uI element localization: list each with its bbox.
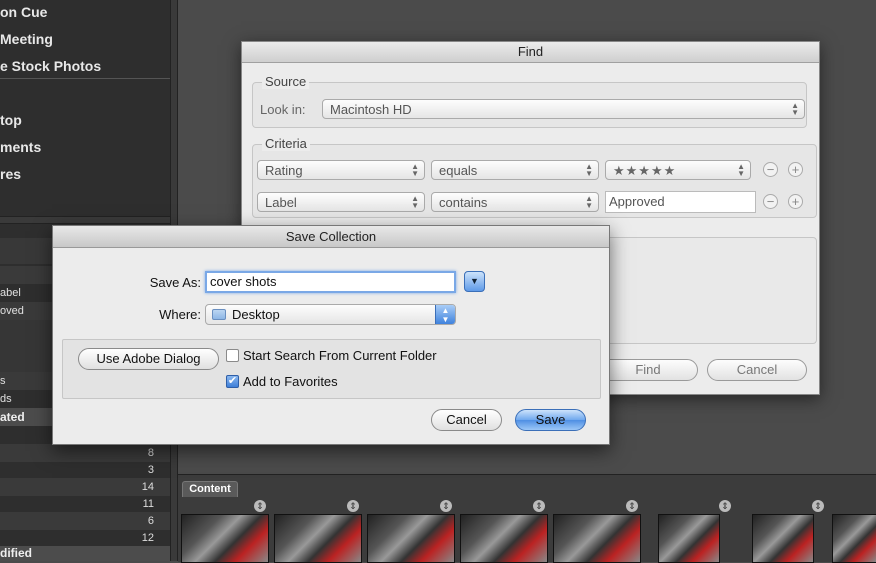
popup-arrows-icon: ▲ ▼ (585, 162, 593, 178)
sidebar-favorite-item[interactable]: Meeting (0, 31, 53, 47)
thumbnail[interactable] (460, 514, 548, 563)
thumbnail-badge-icon: ⇕ (440, 500, 452, 512)
thumbnail[interactable] (832, 514, 876, 563)
sidebar-row-label: s (0, 375, 6, 387)
criteria-operator-popup[interactable]: contains ▲ ▼ (431, 192, 599, 212)
source-label: Source (262, 74, 310, 89)
find-title[interactable]: Find (242, 42, 819, 63)
popup-arrows-icon: ▲ ▼ (435, 305, 455, 324)
where-value: Desktop (232, 307, 280, 322)
cancel-button[interactable]: Cancel (431, 409, 502, 431)
thumbnail-badge-icon: ⇕ (533, 500, 545, 512)
sidebar-count: 11 (142, 498, 154, 510)
thumbnail[interactable] (553, 514, 641, 563)
popup-arrows-icon: ▲ ▼ (411, 162, 419, 178)
sidebar-favorite-item[interactable]: on Cue (0, 4, 47, 20)
criteria-label: Criteria (262, 136, 310, 151)
add-criterion-button[interactable]: + (788, 162, 803, 177)
find-button[interactable]: Find (598, 359, 698, 381)
save-as-input[interactable]: cover shots (205, 271, 456, 293)
criteria-rating-popup[interactable]: ★★★★★ ▲ ▼ (605, 160, 751, 180)
criteria-field-value: Label (265, 195, 297, 210)
thumbnail[interactable] (181, 514, 269, 563)
save-button[interactable]: Save (515, 409, 586, 431)
save-collection-title[interactable]: Save Collection (53, 226, 609, 248)
find-cancel-button[interactable]: Cancel (707, 359, 807, 381)
add-favorites-label: Add to Favorites (243, 374, 338, 389)
sidebar-section-header[interactable]: dified (0, 546, 170, 561)
thumbnail[interactable] (274, 514, 362, 563)
sidebar-divider (0, 78, 170, 79)
add-favorites-checkbox[interactable]: ✔ (226, 375, 239, 388)
sidebar-favorite-item[interactable]: e Stock Photos (0, 58, 101, 74)
criteria-field-value: Rating (265, 163, 303, 178)
sidebar-row-label: oved (0, 305, 24, 317)
folder-icon (212, 309, 226, 320)
save-as-label: Save As: (149, 275, 201, 290)
sidebar-count-row[interactable]: 3 (0, 461, 170, 479)
sidebar-count: 6 (147, 515, 154, 527)
sidebar-count: 3 (147, 464, 154, 476)
checkmark-icon: ✔ (227, 375, 238, 387)
where-label: Where: (159, 307, 201, 322)
sidebar-favorite-item[interactable]: res (0, 166, 21, 182)
sidebar-favorite-item[interactable]: ments (0, 139, 41, 155)
sidebar-count-row[interactable]: 14 (0, 478, 170, 496)
chevron-down-icon: ▼ (470, 276, 479, 286)
remove-criterion-button[interactable]: − (763, 194, 778, 209)
criteria-value-field[interactable]: Approved (605, 191, 756, 213)
sidebar-favorite-item[interactable]: top (0, 112, 22, 128)
criteria-field-popup[interactable]: Label ▲ ▼ (257, 192, 425, 212)
thumbnail[interactable] (367, 514, 455, 563)
expand-dialog-button[interactable]: ▼ (464, 271, 485, 292)
thumbnail-badge-icon: ⇕ (254, 500, 266, 512)
criteria-field-popup[interactable]: Rating ▲ ▼ (257, 160, 425, 180)
sidebar-count-row[interactable]: 8 (0, 444, 170, 462)
rating-stars: ★★★★★ (613, 163, 677, 178)
criteria-operator-value: contains (439, 195, 488, 210)
look-in-popup[interactable]: Macintosh HD ▲ ▼ (322, 99, 805, 119)
thumbnail-badge-icon: ⇕ (347, 500, 359, 512)
thumbnail[interactable] (752, 514, 814, 563)
criteria-operator-popup[interactable]: equals ▲ ▼ (431, 160, 599, 180)
thumbnail-badge-icon: ⇕ (719, 500, 731, 512)
where-popup[interactable]: Desktop ▲ ▼ (205, 304, 456, 325)
look-in-label: Look in: (260, 102, 306, 117)
thumbnail-badge-icon: ⇕ (626, 500, 638, 512)
popup-arrows-icon: ▲ ▼ (411, 194, 419, 210)
start-search-label: Start Search From Current Folder (243, 348, 437, 363)
popup-arrows-icon: ▲ ▼ (585, 194, 593, 210)
sidebar-count-row[interactable]: 12 (0, 529, 170, 547)
sidebar-row-label: abel (0, 287, 21, 299)
add-criterion-button[interactable]: + (788, 194, 803, 209)
start-search-checkbox[interactable] (226, 349, 239, 362)
sidebar-row-label: ds (0, 393, 12, 405)
tab-content[interactable]: Content (182, 481, 238, 497)
sidebar-count: 14 (141, 481, 154, 493)
popup-arrows-icon: ▲ ▼ (737, 162, 745, 178)
thumbnail[interactable] (658, 514, 720, 563)
sidebar-count: 12 (141, 532, 154, 544)
save-collection-dialog: Save Collection Save As: cover shots ▼ W… (52, 225, 610, 445)
popup-arrows-icon: ▲ ▼ (791, 101, 799, 117)
use-adobe-dialog-button[interactable]: Use Adobe Dialog (78, 348, 219, 370)
remove-criterion-button[interactable]: − (763, 162, 778, 177)
look-in-value: Macintosh HD (330, 102, 412, 117)
sidebar-splitter[interactable] (0, 216, 170, 224)
criteria-operator-value: equals (439, 163, 478, 178)
thumbnail-badge-icon: ⇕ (812, 500, 824, 512)
sidebar-count: 8 (147, 447, 154, 459)
sidebar-count-row[interactable]: 6 (0, 512, 170, 530)
sidebar-count-row[interactable]: 11 (0, 495, 170, 513)
